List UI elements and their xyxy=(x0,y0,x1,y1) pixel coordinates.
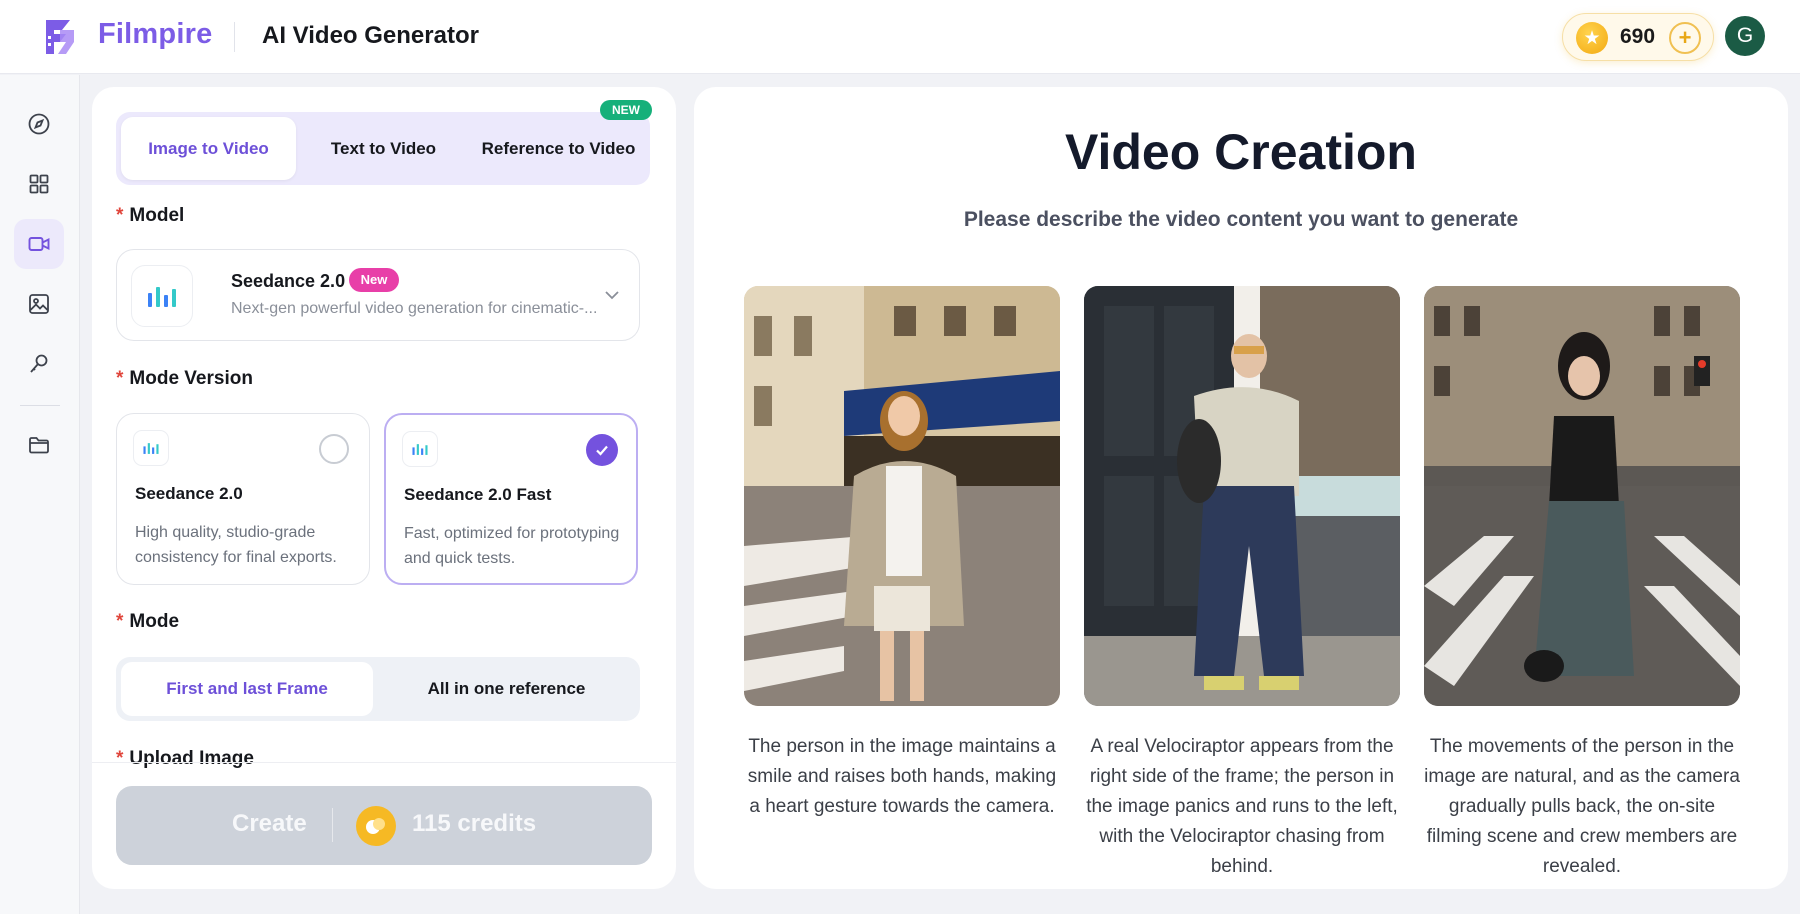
mode-section-label: * Mode xyxy=(116,611,180,632)
version-name: Seedance 2.0 Fast xyxy=(404,485,552,504)
version-card-fast[interactable]: Seedance 2.0 Fast Fast, optimized for pr… xyxy=(384,413,638,585)
model-name: Seedance 2.0 xyxy=(231,271,346,291)
page-title: AI Video Generator xyxy=(262,22,479,49)
example-caption: A real Velociraptor appears from the rig… xyxy=(1086,736,1398,877)
version-name: Seedance 2.0 xyxy=(135,484,243,503)
panel-title: Video Creation xyxy=(1065,124,1417,180)
panel-subtitle: Please describe the video content you wa… xyxy=(963,208,1519,231)
example-caption: The movements of the person in the image… xyxy=(1424,736,1740,877)
create-divider xyxy=(332,808,333,842)
top-header: Filmpire AI Video Generator ★ 690 + G xyxy=(0,0,1800,74)
add-credits-button[interactable]: + xyxy=(1669,22,1701,54)
mode-all-in-one[interactable]: All in one reference xyxy=(378,662,635,716)
example-image-cafe-street[interactable] xyxy=(744,286,1060,706)
sidebar-item-templates[interactable] xyxy=(14,159,64,209)
checkmark-icon[interactable] xyxy=(586,434,618,466)
sidebar-item-video[interactable] xyxy=(14,219,64,269)
model-description: Next-gen powerful video generation for c… xyxy=(231,300,598,317)
mode-version-section-label: * Mode Version xyxy=(116,368,253,389)
footer-divider xyxy=(92,762,676,763)
generation-type-tabs: Image to Video Text to Video Reference t… xyxy=(116,112,650,185)
filmpire-logo-icon[interactable] xyxy=(40,16,80,58)
create-credits-cost: 115 credits xyxy=(412,810,537,837)
sidebar-item-explore[interactable] xyxy=(14,99,64,149)
video-camera-icon xyxy=(28,237,50,251)
credits-count: 690 xyxy=(1620,25,1656,48)
bar-chart-logo-icon xyxy=(133,430,169,466)
bar-chart-logo-icon xyxy=(131,265,193,327)
radio-unselected[interactable] xyxy=(319,434,349,464)
coin-icon xyxy=(356,806,396,846)
create-button[interactable]: Create 115 credits xyxy=(116,786,652,865)
upload-section-label: * Upload Image xyxy=(116,748,254,769)
folder-icon xyxy=(29,437,49,454)
chevron-down-icon[interactable] xyxy=(603,286,621,304)
example-image-doorway[interactable] xyxy=(1084,286,1400,706)
mode-first-last-frame[interactable]: First and last Frame xyxy=(121,662,373,716)
image-icon xyxy=(29,294,49,314)
sidebar-item-files[interactable] xyxy=(14,420,64,470)
version-description: Fast, optimized for prototyping and quic… xyxy=(404,525,620,567)
brand-name[interactable]: Filmpire xyxy=(98,18,212,51)
user-avatar[interactable]: G xyxy=(1725,16,1765,56)
tab-text-to-video[interactable]: Text to Video xyxy=(296,117,471,180)
sidebar-item-image[interactable] xyxy=(14,279,64,329)
sidebar-divider xyxy=(20,405,60,406)
new-feature-badge: NEW xyxy=(600,100,652,120)
credits-balance[interactable]: ★ 690 + xyxy=(1562,13,1714,61)
compass-icon xyxy=(28,113,50,135)
mode-toggle: First and last Frame All in one referenc… xyxy=(116,657,640,721)
tab-image-to-video[interactable]: Image to Video xyxy=(121,117,296,180)
header-divider xyxy=(234,22,235,52)
example-caption: The person in the image maintains a smil… xyxy=(747,736,1057,817)
video-creation-panel: Video Creation Please describe the video… xyxy=(694,87,1788,889)
grid-icon xyxy=(29,174,49,194)
sidebar-item-audio[interactable] xyxy=(14,339,64,389)
create-label: Create xyxy=(232,810,307,837)
version-card-standard[interactable]: Seedance 2.0 High quality, studio-grade … xyxy=(116,413,370,585)
settings-panel: Image to Video Text to Video Reference t… xyxy=(92,87,676,889)
bar-chart-logo-icon xyxy=(402,431,438,467)
model-dropdown[interactable]: Seedance 2.0 New Next-gen powerful video… xyxy=(116,249,640,341)
star-coin-icon: ★ xyxy=(1576,22,1608,54)
version-description: High quality, studio-grade consistency f… xyxy=(135,524,337,566)
microphone-icon xyxy=(30,354,48,373)
tab-reference-to-video[interactable]: Reference to Video xyxy=(471,117,646,180)
example-image-crosswalk[interactable] xyxy=(1424,286,1740,706)
model-section-label: * Model xyxy=(116,205,185,226)
sidebar xyxy=(0,75,80,914)
model-new-badge: New xyxy=(349,268,399,292)
